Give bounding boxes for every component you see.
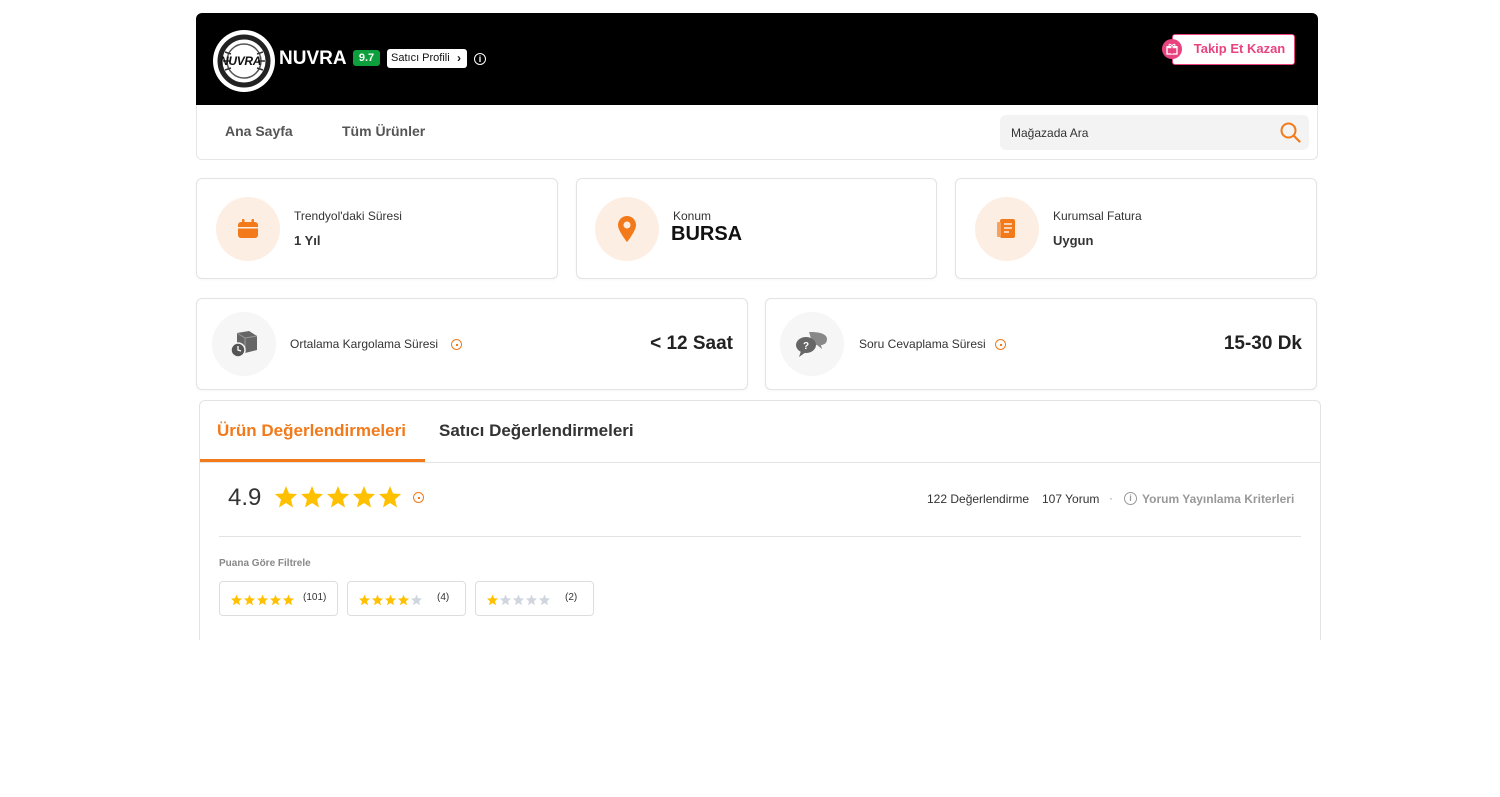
- svg-text:?: ?: [803, 341, 809, 352]
- tab-seller-reviews[interactable]: Satıcı Değerlendirmeleri: [439, 421, 634, 441]
- location-value: BURSA: [671, 223, 743, 245]
- tab-divider: [200, 462, 1320, 463]
- star-filled-icon: [257, 594, 268, 606]
- tab-product-reviews[interactable]: Ürün Değerlendirmeleri: [217, 421, 406, 441]
- rating-info-icon[interactable]: [413, 492, 424, 503]
- star-empty-icon: [513, 594, 524, 606]
- store-name[interactable]: NUVRA: [279, 48, 347, 70]
- search-icon[interactable]: [1280, 122, 1301, 143]
- nav-home-link[interactable]: Ana Sayfa: [225, 123, 293, 139]
- invoice-icon: [997, 219, 1015, 238]
- section-divider: [219, 536, 1301, 537]
- ratings-count: 122 Değerlendirme: [927, 492, 1030, 506]
- rating-stars: [273, 485, 403, 514]
- criteria-info-icon[interactable]: i: [1124, 492, 1137, 505]
- filter-chip-1-star[interactable]: (2): [475, 581, 594, 616]
- answer-time-value: 15-30 Dk: [1223, 333, 1302, 354]
- shipping-time-value: < 12 Saat: [650, 333, 733, 354]
- logo-text: NUVRA: [220, 54, 262, 68]
- follow-label: Takip Et Kazan: [1193, 41, 1286, 56]
- star-filled-icon: [379, 486, 401, 508]
- follow-and-earn-button[interactable]: Takip Et Kazan: [1172, 34, 1295, 65]
- shipping-time-label: Ortalama Kargolama Süresi: [290, 337, 439, 351]
- filter-count: (2): [565, 592, 578, 603]
- answer-time-card: ? Soru Cevaplama Süresi 15-30 Dk: [765, 298, 1317, 390]
- gift-icon: [1162, 39, 1182, 59]
- cargo-box-icon: [230, 331, 258, 358]
- seller-profile-button[interactable]: Satıcı Profili ›: [387, 49, 467, 68]
- corporate-invoice-card: Kurumsal Fatura Uygun: [955, 178, 1317, 279]
- shipping-time-card: Ortalama Kargolama Süresi < 12 Saat: [196, 298, 748, 390]
- filter-count: (101): [303, 592, 327, 603]
- star-filled-icon: [353, 486, 375, 508]
- location-label: Konum: [673, 209, 712, 223]
- tenure-label: Trendyol'daki Süresi: [294, 209, 402, 223]
- filter-chip-4-stars[interactable]: (4): [347, 581, 466, 616]
- star-filled-icon: [385, 594, 396, 606]
- star-empty-icon: [411, 594, 422, 606]
- reviews-panel: Ürün Değerlendirmeleri Satıcı Değerlendi…: [199, 400, 1321, 640]
- answer-time-label: Soru Cevaplama Süresi: [859, 337, 986, 351]
- star-filled-icon: [244, 594, 255, 606]
- star-filled-icon: [231, 594, 242, 606]
- calendar-icon: [238, 219, 258, 238]
- invoice-icon-circle: [975, 197, 1039, 261]
- invoice-value: Uygun: [1053, 233, 1094, 248]
- star-empty-icon: [539, 594, 550, 606]
- star-filled-icon: [372, 594, 383, 606]
- filter-chip-5-stars[interactable]: (101): [219, 581, 338, 616]
- filter-stars: [358, 593, 423, 611]
- store-search-box: [1000, 115, 1309, 150]
- star-filled-icon: [283, 594, 294, 606]
- chat-icon-circle: ?: [780, 312, 844, 376]
- star-filled-icon: [270, 594, 281, 606]
- store-search-input[interactable]: [1000, 115, 1270, 150]
- separator-dot: ·: [1109, 491, 1113, 505]
- store-nav-bar: Ana Sayfa Tüm Ürünler: [196, 105, 1318, 160]
- tenure-icon-circle: [216, 197, 280, 261]
- comments-count: 107 Yorum: [1042, 492, 1100, 506]
- star-empty-icon: [526, 594, 537, 606]
- location-card: Konum BURSA: [576, 178, 937, 279]
- star-filled-icon: [275, 486, 297, 508]
- tenure-card: Trendyol'daki Süresi 1 Yıl: [196, 178, 558, 279]
- chevron-right-icon: ›: [457, 51, 461, 65]
- tenure-value: 1 Yıl: [294, 233, 321, 248]
- filter-count: (4): [437, 592, 450, 603]
- star-empty-icon: [500, 594, 511, 606]
- answer-info-icon[interactable]: [995, 339, 1006, 350]
- star-filled-icon: [398, 594, 409, 606]
- seller-score-badge: 9.7: [353, 50, 380, 66]
- chat-bubbles-icon: ?: [796, 331, 827, 357]
- filter-by-rating-title: Puana Göre Filtrele: [219, 558, 311, 569]
- filter-stars: [486, 593, 551, 611]
- filter-stars: [230, 593, 295, 611]
- star-filled-icon: [327, 486, 349, 508]
- review-criteria-link[interactable]: Yorum Yayınlama Kriterleri: [1142, 492, 1294, 506]
- location-pin-icon: [618, 216, 636, 242]
- location-icon-circle: [595, 197, 659, 261]
- info-icon[interactable]: i: [474, 53, 486, 65]
- nav-all-products-link[interactable]: Tüm Ürünler: [342, 123, 425, 139]
- average-rating: 4.9: [228, 484, 262, 511]
- invoice-label: Kurumsal Fatura: [1053, 209, 1142, 223]
- store-logo[interactable]: NUVRA: [213, 30, 275, 92]
- star-filled-icon: [301, 486, 323, 508]
- shipping-info-icon[interactable]: [451, 339, 462, 350]
- cargo-icon-circle: [212, 312, 276, 376]
- star-filled-icon: [359, 594, 370, 606]
- star-filled-icon: [487, 594, 498, 606]
- store-header: NUVRA NUVRA 9.7 Satıcı Profili › i Takip…: [196, 13, 1318, 105]
- seller-profile-label: Satıcı Profili: [391, 52, 450, 64]
